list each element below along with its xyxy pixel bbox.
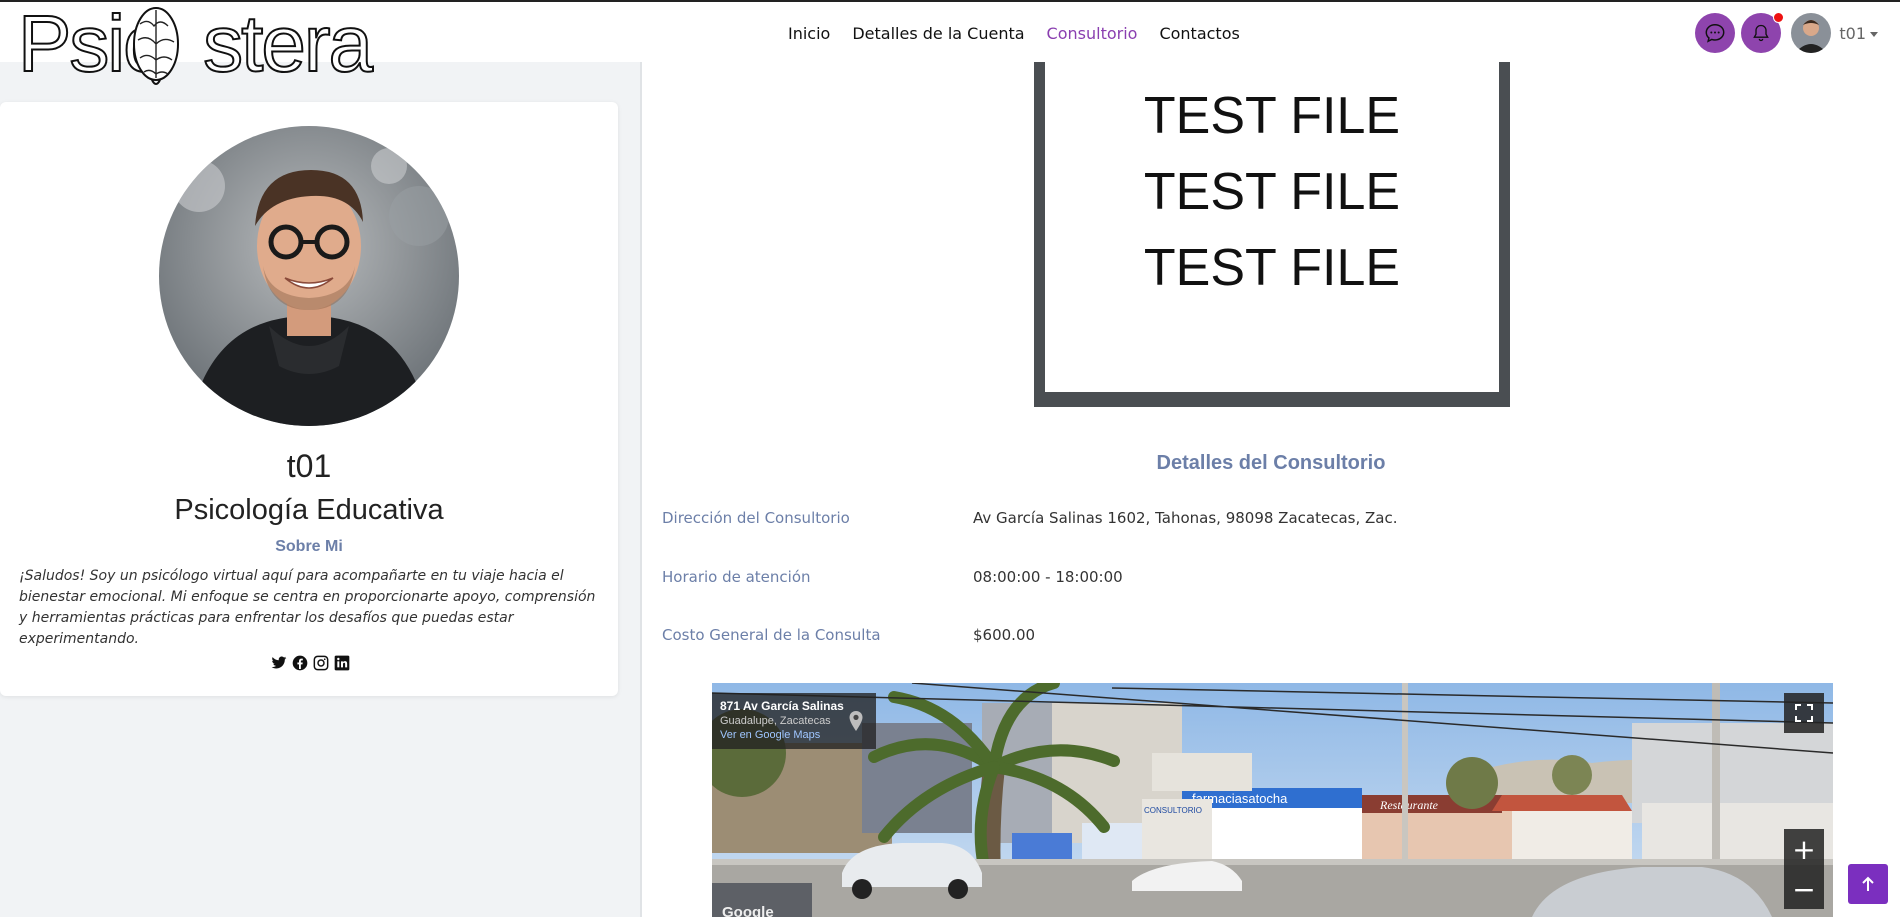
brain-icon bbox=[133, 7, 179, 85]
document-line: TEST FILE bbox=[1143, 87, 1401, 145]
main-nav: Inicio Detalles de la Cuenta Consultorio… bbox=[788, 24, 1262, 43]
bell-icon bbox=[1753, 24, 1770, 42]
address-label: Dirección del Consultorio bbox=[662, 509, 850, 527]
street-view-map[interactable]: farmaciasatocha CONSULTORIO Restaurante bbox=[712, 683, 1833, 917]
profile-specialty: Psicología Educativa bbox=[174, 494, 444, 526]
chat-button[interactable] bbox=[1695, 13, 1736, 53]
about-heading: Sobre Mi bbox=[275, 538, 343, 555]
fullscreen-button[interactable] bbox=[1784, 693, 1824, 733]
notification-badge bbox=[1773, 12, 1785, 23]
column-divider bbox=[640, 62, 642, 917]
back-to-top-button[interactable] bbox=[1848, 864, 1888, 904]
about-text: ¡Saludos! Soy un psicólogo virtual aquí … bbox=[19, 568, 596, 647]
restaurant-sign: Restaurante bbox=[1379, 798, 1439, 812]
profile-card: t01 Psicología Educativa Sobre Mi ¡Salud… bbox=[0, 102, 618, 696]
facebook-icon[interactable] bbox=[291, 654, 309, 672]
twitter-icon[interactable] bbox=[270, 654, 288, 672]
user-menu-toggle[interactable]: t01 bbox=[1839, 24, 1878, 43]
linkedin-icon[interactable] bbox=[333, 654, 351, 672]
notifications-button[interactable] bbox=[1741, 12, 1785, 53]
nav-link-consultorio[interactable]: Consultorio bbox=[1047, 24, 1138, 43]
user-area: t01 bbox=[1695, 12, 1878, 53]
google-watermark: Google bbox=[722, 904, 774, 917]
chat-icon bbox=[1705, 24, 1725, 43]
zoom-out-button[interactable]: − bbox=[1784, 869, 1824, 909]
consultorio-details-heading: Detalles del Consultorio bbox=[1156, 452, 1386, 474]
user-avatar[interactable] bbox=[1791, 13, 1832, 53]
address-value: Av García Salinas 1602, Tahonas, 98098 Z… bbox=[973, 509, 1398, 527]
document-line: TEST FILE bbox=[1143, 163, 1401, 221]
nav-link-contactos[interactable]: Contactos bbox=[1159, 24, 1239, 43]
cost-value: $600.00 bbox=[973, 626, 1036, 644]
document-line: TEST FILE bbox=[1143, 239, 1401, 297]
caret-down-icon bbox=[1870, 31, 1878, 37]
street-view-address: 871 Av García Salinas bbox=[720, 699, 844, 713]
schedule-label: Horario de atención bbox=[662, 568, 811, 586]
nav-link-detalles-cuenta[interactable]: Detalles de la Cuenta bbox=[852, 24, 1024, 43]
consultorio-sign: CONSULTORIO bbox=[1144, 806, 1202, 815]
cost-label: Costo General de la Consulta bbox=[662, 626, 881, 644]
profile-name: t01 bbox=[286, 448, 332, 484]
fullscreen-icon bbox=[1795, 704, 1813, 722]
nav-link-inicio[interactable]: Inicio bbox=[788, 24, 830, 43]
navbar: Psic stera Inicio Detalles de la Cuenta C… bbox=[0, 0, 1900, 87]
schedule-value: 08:00:00 - 18:00:00 bbox=[973, 568, 1123, 586]
zoom-in-button[interactable]: + bbox=[1784, 829, 1824, 869]
brand-logo[interactable]: Psic stera bbox=[17, 1, 374, 94]
arrow-up-icon bbox=[1862, 876, 1874, 891]
map-pin-icon[interactable] bbox=[848, 710, 864, 736]
view-in-google-maps-link[interactable]: Ver en Google Maps bbox=[720, 729, 868, 741]
street-view-area: Guadalupe, Zacatecas bbox=[720, 715, 831, 727]
social-links bbox=[270, 654, 351, 672]
instagram-icon[interactable] bbox=[312, 654, 330, 672]
profile-photo bbox=[159, 126, 459, 426]
